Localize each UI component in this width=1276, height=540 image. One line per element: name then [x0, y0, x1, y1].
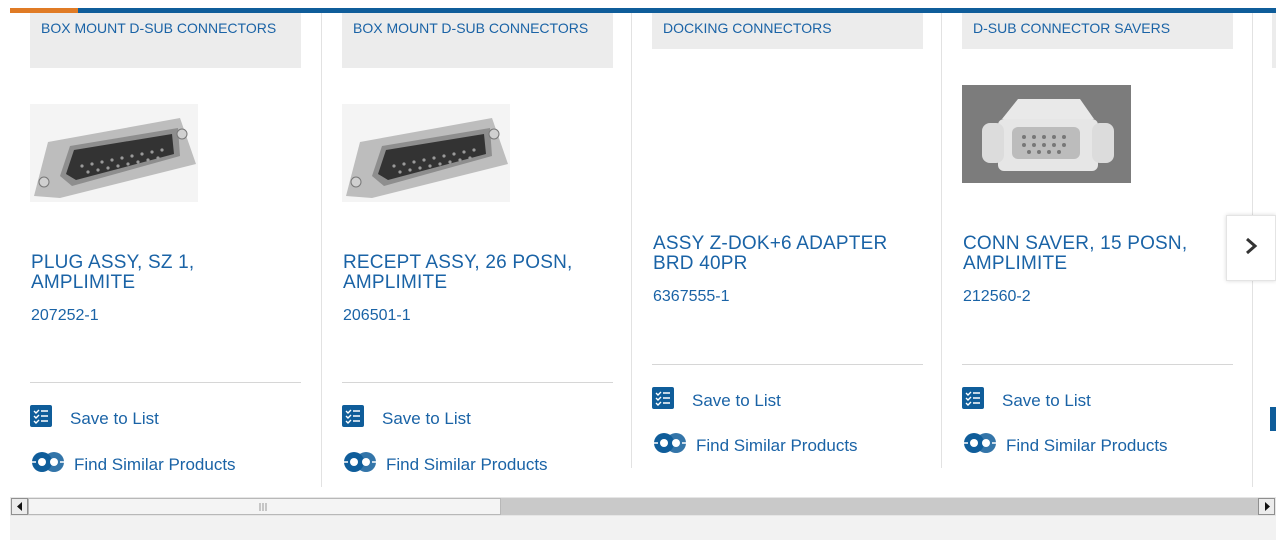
find-similar-icon — [962, 431, 1000, 460]
product-title[interactable]: ASSY Z-DOK+6 ADAPTER BRD 40PR — [653, 234, 921, 274]
scroll-right-icon — [1264, 502, 1270, 511]
product-category[interactable]: DOCKING CONNECTORS — [652, 13, 923, 49]
product-title[interactable]: PLUG ASSY, SZ 1, AMPLIMITE — [31, 253, 299, 293]
find-similar-label: Find Similar Products — [386, 454, 548, 474]
find-similar-label: Find Similar Products — [696, 435, 858, 455]
save-to-list-button[interactable]: Save to List — [342, 405, 471, 432]
product-image[interactable] — [30, 104, 198, 202]
checklist-icon — [342, 405, 364, 432]
find-similar-button[interactable]: Find Similar Products — [652, 431, 858, 460]
find-similar-icon — [342, 450, 380, 479]
save-to-list-label: Save to List — [692, 390, 781, 410]
next-card-peek-icon — [1270, 407, 1276, 431]
top-accent-bar — [0, 0, 1276, 13]
find-similar-button[interactable]: Find Similar Products — [30, 450, 236, 479]
product-category[interactable]: BOX MOUNT D-SUB CONNECTORS — [30, 13, 301, 68]
save-to-list-button[interactable]: Save to List — [652, 387, 781, 414]
chevron-right-icon — [1244, 237, 1258, 260]
bottom-area — [10, 516, 1276, 540]
scroll-left-button[interactable] — [11, 498, 28, 515]
next-card-peek — [1272, 13, 1276, 68]
scroll-left-icon — [16, 502, 22, 511]
scrollbar-track[interactable] — [501, 498, 1258, 515]
divider — [962, 364, 1233, 365]
checklist-icon — [962, 387, 984, 414]
product-title[interactable]: RECEPT ASSY, 26 POSN, AMPLIMITE — [343, 253, 611, 293]
checklist-icon — [30, 405, 52, 432]
part-number[interactable]: 212560-2 — [963, 288, 1031, 306]
card-divider — [941, 13, 942, 468]
find-similar-icon — [30, 450, 68, 479]
card-divider — [631, 13, 632, 468]
product-image[interactable] — [342, 104, 510, 202]
save-to-list-label: Save to List — [382, 408, 471, 428]
find-similar-button[interactable]: Find Similar Products — [342, 450, 548, 479]
find-similar-label: Find Similar Products — [74, 454, 236, 474]
grip-icon — [259, 503, 267, 511]
save-to-list-button[interactable]: Save to List — [962, 387, 1091, 414]
part-number[interactable]: 206501-1 — [343, 307, 411, 325]
find-similar-icon — [652, 431, 690, 460]
save-to-list-label: Save to List — [1002, 390, 1091, 410]
part-number[interactable]: 6367555-1 — [653, 288, 730, 306]
part-number[interactable]: 207252-1 — [31, 307, 99, 325]
horizontal-scrollbar[interactable] — [10, 497, 1276, 516]
product-category[interactable]: BOX MOUNT D-SUB CONNECTORS — [342, 13, 613, 68]
carousel-next-button[interactable] — [1226, 215, 1276, 281]
save-to-list-button[interactable]: Save to List — [30, 405, 159, 432]
divider — [30, 382, 301, 383]
product-image[interactable] — [962, 85, 1131, 183]
scrollbar-thumb[interactable] — [28, 498, 501, 515]
divider — [342, 382, 613, 383]
card-divider — [321, 13, 322, 487]
scroll-right-button[interactable] — [1258, 498, 1275, 515]
product-title[interactable]: CONN SAVER, 15 POSN, AMPLIMITE — [963, 234, 1231, 274]
divider — [652, 364, 923, 365]
save-to-list-label: Save to List — [70, 408, 159, 428]
find-similar-label: Find Similar Products — [1006, 435, 1168, 455]
find-similar-button[interactable]: Find Similar Products — [962, 431, 1168, 460]
product-category[interactable]: D-SUB CONNECTOR SAVERS — [962, 13, 1233, 49]
checklist-icon — [652, 387, 674, 414]
